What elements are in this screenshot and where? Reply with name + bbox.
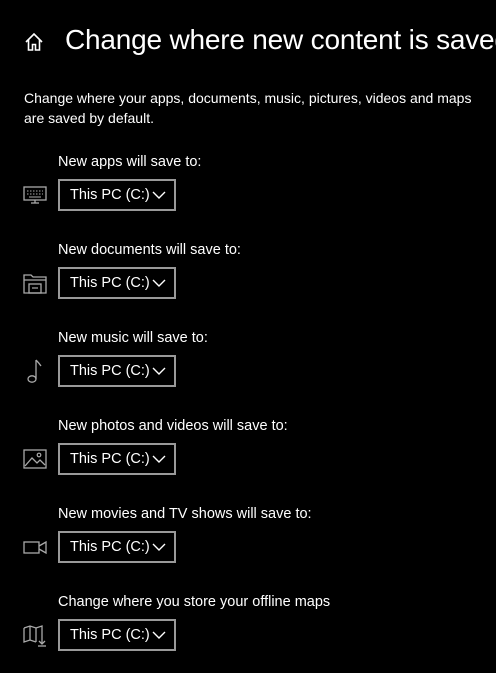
save-location-dropdown[interactable]: This PC (C:) [58,531,176,563]
save-location-dropdown[interactable]: This PC (C:) [58,619,176,651]
dropdown-value: This PC (C:) [70,451,150,467]
dropdown-value: This PC (C:) [70,627,150,643]
setting-label: New movies and TV shows will save to: [58,506,312,522]
save-location-dropdown[interactable]: This PC (C:) [58,179,176,211]
save-location-dropdown[interactable]: This PC (C:) [58,355,176,387]
chevron-down-icon [152,279,166,287]
home-button[interactable] [22,30,46,54]
video-camera-icon [22,534,48,560]
setting-new-apps: New apps will save to: This PC (C:) [0,152,496,222]
setting-new-documents: New documents will save to: This PC (C:) [0,240,496,310]
music-note-icon [22,358,48,384]
map-download-icon [22,622,48,648]
page-title: Change where new content is saved [65,24,496,55]
setting-label: New apps will save to: [58,154,202,170]
setting-offline-maps: Change where you store your offline maps… [0,592,496,662]
setting-new-music: New music will save to: This PC (C:) [0,328,496,398]
dropdown-value: This PC (C:) [70,275,150,291]
setting-new-movies-tv: New movies and TV shows will save to: Th… [0,504,496,574]
monitor-icon [22,182,48,208]
save-location-dropdown[interactable]: This PC (C:) [58,267,176,299]
page-header: Change where new content is saved [0,18,496,66]
home-icon [25,32,43,51]
dropdown-value: This PC (C:) [70,187,150,203]
setting-new-photos-videos: New photos and videos will save to: This… [0,416,496,486]
chevron-down-icon [152,191,166,199]
dropdown-value: This PC (C:) [70,363,150,379]
chevron-down-icon [152,455,166,463]
chevron-down-icon [152,631,166,639]
setting-label: Change where you store your offline maps [58,594,331,610]
documents-icon [22,270,48,296]
chevron-down-icon [152,543,166,551]
photo-icon [22,446,48,472]
setting-label: New music will save to: [58,330,208,346]
dropdown-value: This PC (C:) [70,539,150,555]
setting-label: New photos and videos will save to: [58,418,288,434]
page-description: Change where your apps, documents, music… [24,90,472,126]
chevron-down-icon [152,367,166,375]
save-location-dropdown[interactable]: This PC (C:) [58,443,176,475]
setting-label: New documents will save to: [58,242,241,258]
